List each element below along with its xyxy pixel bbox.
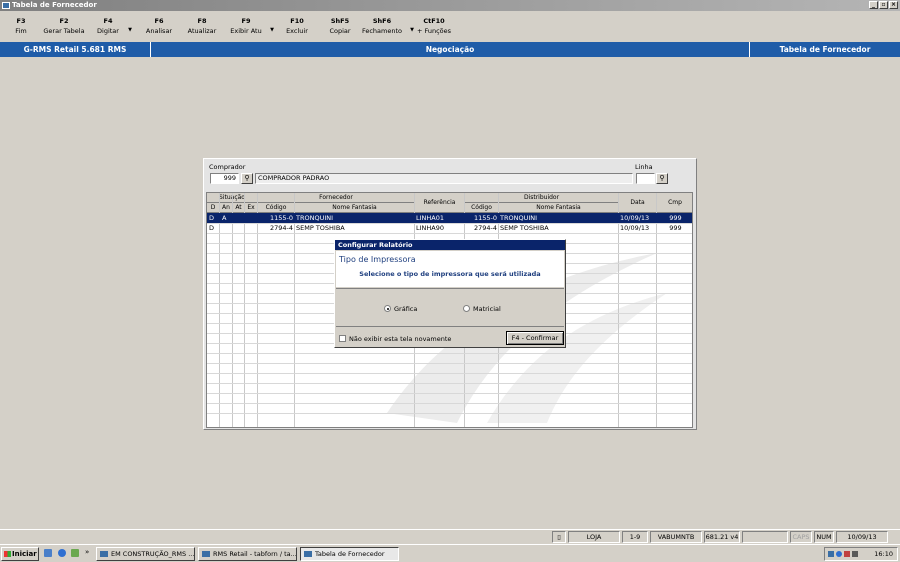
table-row[interactable]: D 2794-4 SEMP TOSHIBA LINHA90 2794-4 SEM…: [207, 223, 692, 233]
status-version: 681.21 v4: [704, 531, 740, 543]
radio-grafica-label: Gráfica: [394, 305, 418, 313]
status-loja: LOJA: [568, 531, 620, 543]
binoculars-icon[interactable]: ⚲: [656, 173, 668, 184]
app-icon: [2, 2, 10, 9]
nao-exibir-checkbox[interactable]: [339, 335, 346, 342]
table-row[interactable]: D A 1155-0 TRONQUINI LINHA01 1155-0 TRON…: [207, 213, 692, 223]
col-dist-codigo[interactable]: Código: [465, 203, 499, 213]
toolbar-btn-fim[interactable]: F3 Fim: [10, 16, 32, 36]
tray-app-icon[interactable]: [836, 551, 842, 557]
tray-app-icon[interactable]: [844, 551, 850, 557]
linha-field[interactable]: [636, 173, 655, 184]
document-icon: ▯: [552, 531, 566, 543]
restore-button[interactable]: ▫: [879, 1, 888, 9]
col-referencia[interactable]: Referência: [415, 193, 465, 213]
col-cmp[interactable]: Cmp: [657, 193, 692, 213]
status-num: NUM: [814, 531, 834, 543]
windows-logo-icon: [4, 551, 11, 557]
network-icon[interactable]: [828, 551, 834, 557]
toolbar-btn-atualizar[interactable]: F8 Atualizar: [185, 16, 219, 36]
system-tray: 16:10: [824, 547, 898, 561]
dialog-heading: Tipo de Impressora: [339, 255, 416, 264]
clock[interactable]: 16:10: [874, 548, 893, 560]
col-group-fornecedor: Fornecedor: [258, 193, 415, 203]
status-date: 10/09/13: [836, 531, 888, 543]
radio-grafica[interactable]: [384, 305, 391, 312]
status-bar: ▯ LOJA 1-9 VABUMNTB 681.21 v4 CAPS NUM 1…: [0, 529, 900, 544]
col-data[interactable]: Data: [619, 193, 657, 213]
function-toolbar: F3 Fim F2 Gerar Tabela F4 Digitar ▼ F6 Analis…: [0, 11, 900, 42]
window-titlebar: Tabela de Fornecedor _ ▫ ×: [0, 0, 900, 11]
dialog-subtitle: Selecione o tipo de impressora que será …: [359, 270, 541, 278]
start-button[interactable]: Iniciar: [1, 547, 39, 561]
configurar-relatorio-dialog: Configurar Relatório Tipo de Impressora …: [334, 239, 566, 348]
chevron-more-icon[interactable]: »: [85, 548, 89, 556]
comprador-label: Comprador: [209, 163, 246, 171]
chevron-down-icon[interactable]: ▼: [128, 25, 132, 35]
screen-name: Tabela de Fornecedor: [779, 45, 871, 54]
radio-matricial[interactable]: [463, 305, 470, 312]
col-forn-nome[interactable]: Nome Fantasia: [295, 203, 415, 213]
window-title: Tabela de Fornecedor: [12, 1, 97, 9]
comprador-name-field: COMPRADOR PADRAO: [255, 173, 633, 184]
divider: [336, 326, 564, 327]
status-range: 1-9: [622, 531, 648, 543]
col-group-distribuidor: Distribuidor: [465, 193, 619, 203]
volume-icon[interactable]: [852, 551, 858, 557]
task-tabela-fornecedor[interactable]: Tabela de Fornecedor: [300, 547, 399, 561]
confirm-button[interactable]: F4 - Confirmar: [506, 331, 564, 345]
module-name: Negociação: [151, 42, 750, 57]
windows-taskbar: Iniciar » EM CONSTRUÇÃO_RMS ... RMS Reta…: [0, 544, 900, 562]
linha-label: Linha: [635, 163, 653, 171]
task-em-construcao[interactable]: EM CONSTRUÇÃO_RMS ...: [96, 547, 195, 561]
radio-matricial-label: Matricial: [473, 305, 501, 313]
toolbar-btn-excluir[interactable]: F10 Excluir: [283, 16, 311, 36]
toolbar-btn-digitar[interactable]: F4 Digitar ▼: [94, 16, 132, 36]
dialog-header: Tipo de Impressora Selecione o tipo de i…: [336, 251, 564, 287]
toolbar-btn-analisar[interactable]: F6 Analisar: [143, 16, 175, 36]
col-forn-codigo[interactable]: Código: [258, 203, 295, 213]
comprador-code-field[interactable]: 999: [210, 173, 239, 184]
toolbar-btn-gerar-tabela[interactable]: F2 Gerar Tabela: [40, 16, 88, 36]
toolbar-btn-exibir-atu[interactable]: F9 Exibir Atu ▼: [228, 16, 274, 36]
quicklaunch-ie-icon[interactable]: [58, 549, 66, 557]
col-dist-nome[interactable]: Nome Fantasia: [499, 203, 619, 213]
close-button[interactable]: ×: [889, 1, 898, 9]
nao-exibir-label: Não exibir esta tela novamente: [349, 335, 452, 343]
divider: [336, 288, 564, 289]
module-header: G-RMS Retail 5.681 RMS Negociação Tabela…: [0, 42, 900, 57]
toolbar-btn-fechamento[interactable]: ShF6 Fechamento ▼: [360, 16, 414, 36]
status-caps: CAPS: [790, 531, 812, 543]
quicklaunch-app-icon[interactable]: [71, 549, 79, 557]
minimize-button[interactable]: _: [869, 1, 878, 9]
window-controls: _ ▫ ×: [869, 1, 898, 9]
quicklaunch-desktop-icon[interactable]: [44, 549, 52, 557]
task-rms-retail[interactable]: RMS Retail - tabforn / ta...: [198, 547, 297, 561]
system-name: G-RMS Retail 5.681 RMS: [0, 42, 151, 57]
binoculars-icon[interactable]: ⚲: [241, 173, 253, 184]
chevron-down-icon[interactable]: ▼: [270, 25, 274, 35]
status-user: VABUMNTB: [650, 531, 702, 543]
status-empty: [742, 531, 788, 543]
toolbar-btn-copiar[interactable]: ShF5 Copiar: [326, 16, 354, 36]
dialog-title: Configurar Relatório: [335, 240, 565, 250]
toolbar-btn-mais-funcoes[interactable]: CtF10 + Funções: [416, 16, 452, 36]
chevron-down-icon[interactable]: ▼: [410, 25, 414, 35]
